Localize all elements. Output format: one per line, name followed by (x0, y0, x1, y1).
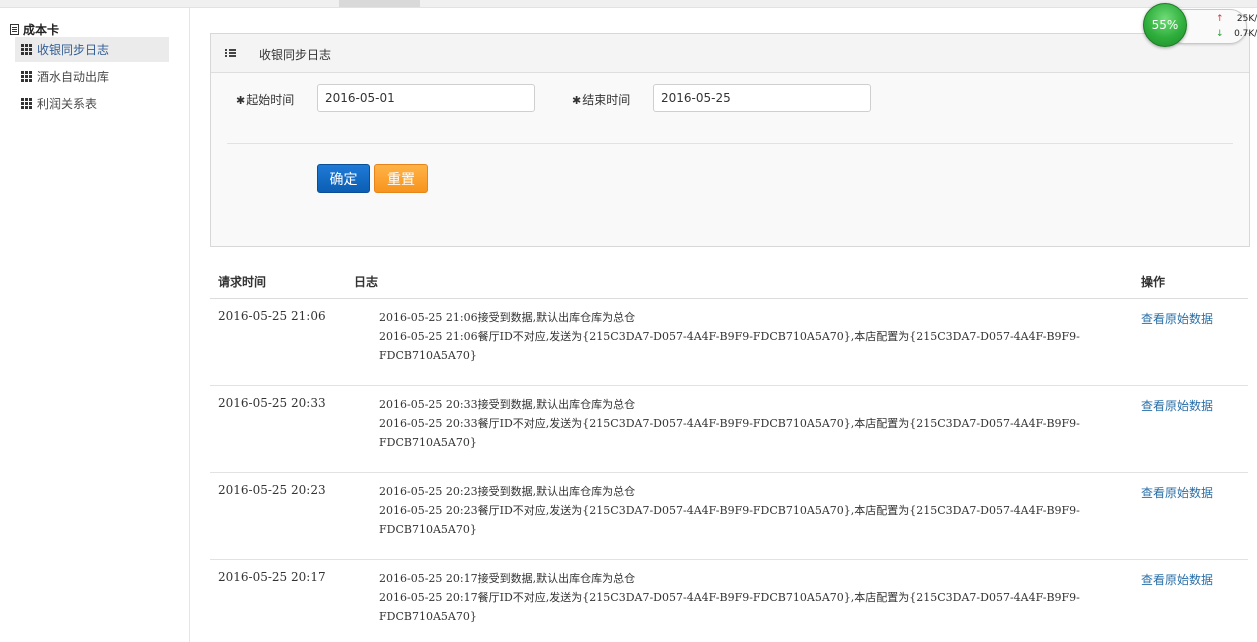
sidebar-title-label: 成本卡 (23, 23, 60, 37)
list-icon (225, 49, 236, 58)
sidebar-item-label: 利润关系表 (37, 97, 98, 111)
request-time-cell: 2016-05-25 20:33 (218, 396, 326, 410)
row-divider (210, 559, 1248, 560)
table-header-divider (210, 298, 1248, 299)
filter-panel: 收银同步日志 ✱起始时间 ✱结束时间 确定 重置 (210, 33, 1250, 247)
log-cell: 2016-05-25 20:17接受到数据,默认出库仓库为总仓 2016-05-… (379, 569, 1080, 626)
view-raw-data-link[interactable]: 查看原始数据 (1141, 310, 1213, 327)
memory-usage-ball[interactable]: 55% (1143, 3, 1187, 47)
log-line: FDCB710A5A70} (379, 523, 477, 536)
end-time-label: ✱结束时间 (572, 93, 631, 107)
panel-header: 收银同步日志 (211, 34, 1249, 73)
start-time-label: ✱起始时间 (236, 93, 295, 107)
view-raw-data-link[interactable]: 查看原始数据 (1141, 397, 1213, 414)
sidebar-item-profit-relations[interactable]: 利润关系表 (15, 91, 169, 116)
required-asterisk-icon: ✱ (236, 94, 246, 107)
view-raw-data-link[interactable]: 查看原始数据 (1141, 484, 1213, 501)
confirm-button[interactable]: 确定 (317, 164, 370, 193)
reset-button[interactable]: 重置 (374, 164, 428, 193)
request-time-cell: 2016-05-25 20:17 (218, 570, 326, 584)
request-time-cell: 2016-05-25 20:23 (218, 483, 326, 497)
grid-icon (21, 71, 32, 82)
panel-divider (227, 143, 1233, 144)
log-line: 2016-05-25 20:23餐厅ID不对应,发送为{215C3DA7-D05… (379, 504, 1080, 517)
log-line: 2016-05-25 20:23接受到数据,默认出库仓库为总仓 (379, 485, 636, 498)
view-raw-data-link[interactable]: 查看原始数据 (1141, 571, 1213, 588)
sidebar-item-sync-log[interactable]: 收银同步日志 (15, 37, 169, 62)
log-line: FDCB710A5A70} (379, 436, 477, 449)
browser-top-strip (0, 0, 1257, 8)
log-cell: 2016-05-25 21:06接受到数据,默认出库仓库为总仓 2016-05-… (379, 308, 1080, 365)
log-line: 2016-05-25 21:06餐厅ID不对应,发送为{215C3DA7-D05… (379, 330, 1080, 343)
log-line: 2016-05-25 20:33餐厅ID不对应,发送为{215C3DA7-D05… (379, 417, 1080, 430)
network-speed-widget[interactable]: ↑ 25K/s ↓ 0.7K/s 55% (1143, 3, 1257, 47)
log-cell: 2016-05-25 20:23接受到数据,默认出库仓库为总仓 2016-05-… (379, 482, 1080, 539)
download-arrow-icon: ↓ (1216, 29, 1224, 39)
sidebar-item-label: 酒水自动出库 (37, 70, 110, 84)
grid-icon (21, 44, 32, 55)
grid-icon (21, 98, 32, 109)
sidebar-title: 成本卡 (10, 21, 59, 38)
panel-title: 收银同步日志 (259, 48, 332, 62)
sidebar-item-auto-outbound[interactable]: 酒水自动出库 (15, 64, 169, 89)
row-divider (210, 472, 1248, 473)
log-line: FDCB710A5A70} (379, 610, 477, 623)
log-line: 2016-05-25 20:17接受到数据,默认出库仓库为总仓 (379, 572, 636, 585)
upload-speed: 25K/s (1236, 14, 1257, 24)
column-header-action: 操作 (1141, 275, 1166, 289)
end-time-input[interactable] (653, 84, 871, 112)
column-header-log: 日志 (354, 275, 379, 289)
tab-stub[interactable] (339, 0, 420, 7)
log-line: 2016-05-25 21:06接受到数据,默认出库仓库为总仓 (379, 311, 636, 324)
start-time-input[interactable] (317, 84, 535, 112)
log-line: 2016-05-25 20:33接受到数据,默认出库仓库为总仓 (379, 398, 636, 411)
sidebar: 成本卡 收银同步日志 酒水自动出库 利润关系表 (0, 8, 190, 642)
document-icon (10, 24, 19, 35)
row-divider (210, 385, 1248, 386)
download-speed: 0.7K/s (1234, 29, 1257, 39)
request-time-cell: 2016-05-25 21:06 (218, 309, 326, 323)
required-asterisk-icon: ✱ (572, 94, 582, 107)
log-line: 2016-05-25 20:17餐厅ID不对应,发送为{215C3DA7-D05… (379, 591, 1080, 604)
column-header-request-time: 请求时间 (218, 275, 267, 289)
upload-arrow-icon: ↑ (1216, 14, 1224, 24)
log-line: FDCB710A5A70} (379, 349, 477, 362)
log-cell: 2016-05-25 20:33接受到数据,默认出库仓库为总仓 2016-05-… (379, 395, 1080, 452)
sidebar-item-label: 收银同步日志 (37, 43, 110, 57)
